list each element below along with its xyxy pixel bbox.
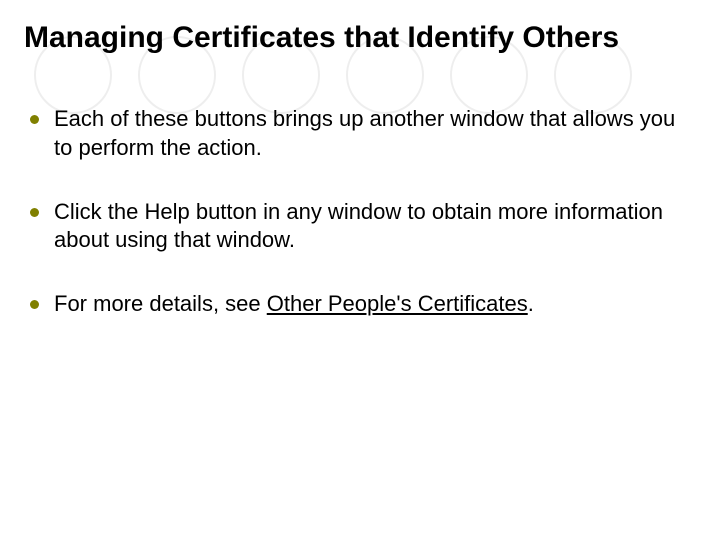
bullet-item: For more details, see Other People's Cer… (24, 290, 676, 318)
bullet-prefix: For more details, see (54, 291, 267, 316)
bullet-suffix: . (528, 291, 534, 316)
bullet-item: Each of these buttons brings up another … (24, 105, 676, 161)
bullet-list: Each of these buttons brings up another … (24, 105, 676, 318)
bullet-text: Each of these buttons brings up another … (54, 106, 675, 159)
bullet-item: Click the Help button in any window to o… (24, 198, 676, 254)
bullet-text: Click the Help button in any window to o… (54, 199, 663, 252)
link-other-peoples-certificates[interactable]: Other People's Certificates (267, 291, 528, 316)
slide-content: Managing Certificates that Identify Othe… (0, 0, 720, 318)
slide-title: Managing Certificates that Identify Othe… (24, 20, 676, 55)
